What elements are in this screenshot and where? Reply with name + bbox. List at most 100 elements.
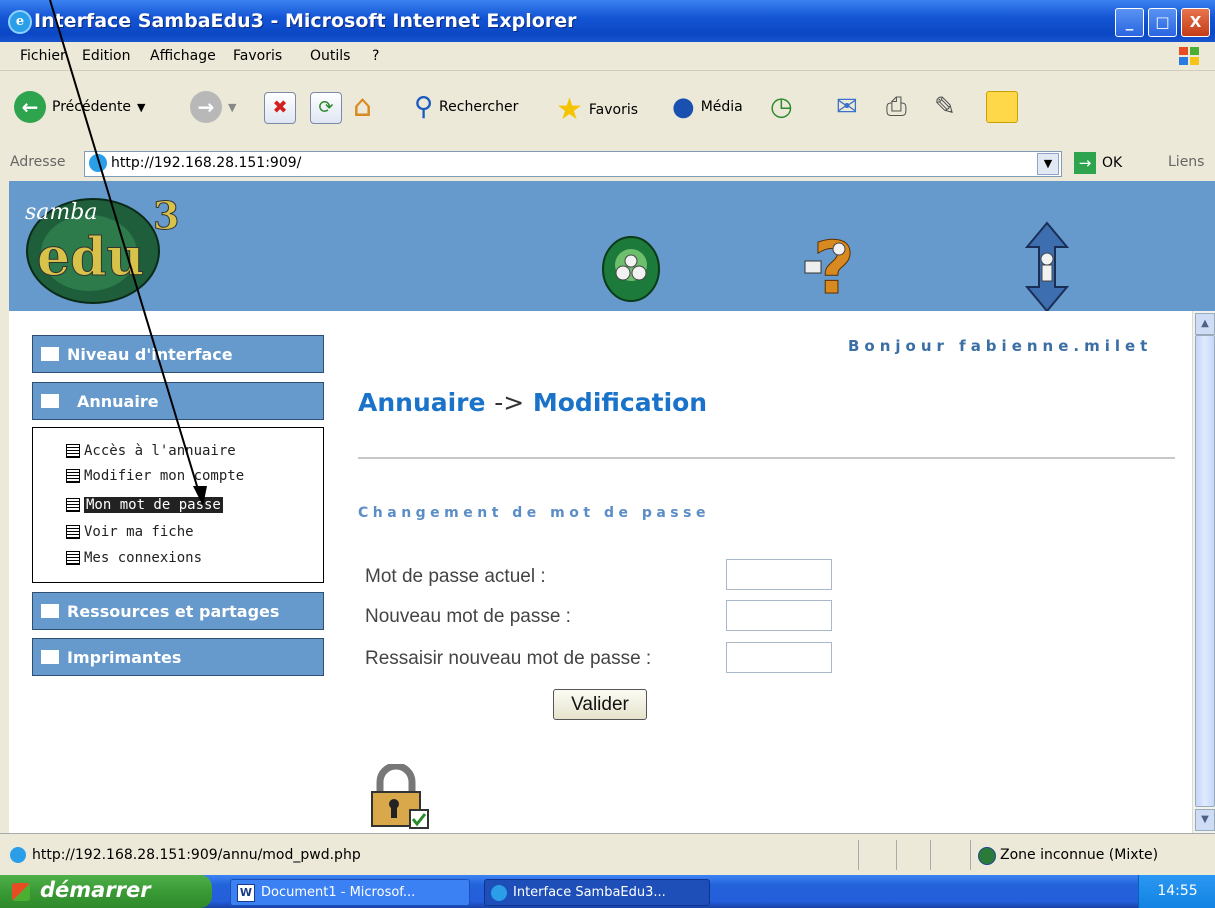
status-divider (930, 840, 931, 870)
document-icon (66, 525, 80, 539)
sidebar-item-label: Accès à l'annuaire (84, 443, 236, 459)
history-button[interactable]: ◷ (770, 92, 793, 122)
sidebar-item-label: Modifier mon compte (84, 468, 245, 484)
search-label: Rechercher (439, 99, 519, 115)
sidebar-section-ressources[interactable]: Ressources et partages (32, 592, 324, 630)
search-button[interactable]: ⚲ Rechercher (414, 92, 518, 122)
task-sambaedu[interactable]: Interface SambaEdu3... (484, 879, 710, 906)
greeting: Bonjour fabienne.milet (848, 337, 1153, 355)
star-icon: ★ (556, 92, 583, 127)
sidebar-item-modifier-compte[interactable]: Modifier mon compte (66, 468, 244, 484)
links-label[interactable]: Liens (1168, 154, 1204, 170)
logout-arrow-icon[interactable] (1025, 221, 1069, 313)
address-bar: Adresse http://192.168.28.151:909/ ▼ → O… (0, 147, 1215, 182)
new-password-label: Nouveau mot de passe : (365, 606, 571, 627)
sambaedu-logo: samba edu 3 (25, 193, 180, 304)
minimize-button[interactable]: _ (1115, 8, 1144, 37)
go-button[interactable]: → OK (1074, 152, 1122, 174)
media-button[interactable]: ● Média (672, 92, 743, 122)
forward-button[interactable]: → ▼ (190, 91, 236, 123)
sidebar-item-voir-fiche[interactable]: Voir ma fiche (66, 524, 194, 540)
ie-icon: e (8, 10, 32, 34)
address-field[interactable]: http://192.168.28.151:909/ ▼ (84, 151, 1062, 177)
word-icon: W (237, 883, 255, 902)
page-icon (10, 847, 26, 863)
scroll-thumb[interactable] (1195, 335, 1215, 807)
search-icon: ⚲ (414, 92, 434, 122)
ie-icon (491, 884, 507, 901)
collapse-toggle-icon (41, 604, 59, 618)
confirm-password-label: Ressaisir nouveau mot de passe : (365, 648, 652, 669)
security-zone: Zone inconnue (Mixte) (1000, 847, 1159, 863)
dropdown-arrow-icon: ▼ (228, 100, 237, 114)
status-divider (896, 840, 897, 870)
scroll-down-icon[interactable]: ▼ (1195, 809, 1215, 831)
stop-button[interactable]: ✖ (264, 92, 296, 124)
menu-bar: Fichier Edition Affichage Favoris Outils… (0, 42, 1215, 71)
padlock-icon (371, 764, 429, 829)
sidebar-item-label: Mes connexions (84, 550, 203, 566)
refresh-button[interactable]: ⟳ (310, 92, 342, 124)
status-divider (858, 840, 859, 870)
document-icon (66, 444, 80, 458)
page-banner: samba edu 3 ? (9, 181, 1215, 313)
system-tray-clock[interactable]: 14:55 (1138, 875, 1215, 908)
title-part-modification: Modification (532, 388, 708, 417)
back-button[interactable]: ← Précédente ▼ (14, 91, 146, 123)
menu-favoris[interactable]: Favoris (233, 48, 282, 64)
sidebar-section-label: Niveau d'interface (67, 344, 233, 364)
home-button[interactable]: ⌂ (353, 91, 372, 123)
window-left-border (0, 181, 9, 833)
close-button[interactable]: X (1181, 8, 1210, 37)
sidebar-item-label: Mon mot de passe (84, 497, 223, 513)
vertical-scrollbar[interactable]: ▲ ▼ (1192, 311, 1215, 833)
current-password-field[interactable] (726, 559, 832, 590)
document-icon (66, 498, 80, 512)
favorites-button[interactable]: ★ Favoris (556, 92, 638, 127)
mail-button[interactable]: ✉ (836, 92, 858, 122)
window-titlebar[interactable]: e Interface SambaEdu3 - Microsoft Intern… (0, 0, 1215, 42)
window-title: Interface SambaEdu3 - Microsoft Internet… (34, 10, 577, 32)
menu-fichier[interactable]: Fichier (20, 48, 66, 64)
sidebar-item-connexions[interactable]: Mes connexions (66, 550, 202, 566)
messenger-icon[interactable] (986, 91, 1018, 123)
scroll-up-icon[interactable]: ▲ (1195, 313, 1215, 335)
windows-logo-icon (1179, 47, 1199, 65)
document-icon (66, 469, 80, 483)
address-dropdown-icon[interactable]: ▼ (1037, 153, 1059, 175)
confirm-password-field[interactable] (726, 642, 832, 673)
windows-logo-icon (12, 883, 30, 901)
network-users-icon[interactable] (601, 235, 661, 303)
submit-button[interactable]: Valider (553, 689, 647, 720)
expand-toggle-icon (41, 394, 59, 408)
favorites-label: Favoris (588, 101, 639, 118)
maximize-button[interactable]: □ (1148, 8, 1177, 37)
menu-outils[interactable]: Outils (310, 48, 350, 64)
task-label: Interface SambaEdu3... (513, 885, 666, 900)
help-icon[interactable]: ? (803, 227, 863, 307)
start-button[interactable]: démarrer (0, 875, 212, 908)
media-label: Média (700, 99, 743, 115)
new-password-field[interactable] (726, 600, 832, 631)
menu-edition[interactable]: Edition (82, 48, 130, 64)
sidebar-section-niveau-interface[interactable]: Niveau d'interface (32, 335, 324, 373)
sidebar-item-label: Voir ma fiche (84, 524, 194, 540)
sidebar-section-annuaire[interactable]: Annuaire (32, 382, 324, 420)
sidebar-section-label: Annuaire (77, 391, 159, 411)
sidebar-item-acces-annuaire[interactable]: Accès à l'annuaire (66, 443, 236, 459)
task-label: Document1 - Microsof... (261, 885, 416, 900)
go-label: OK (1102, 155, 1123, 171)
edit-button[interactable]: ✎ (934, 92, 956, 122)
document-icon (66, 551, 80, 565)
menu-affichage[interactable]: Affichage (150, 48, 216, 64)
sidebar-section-imprimantes[interactable]: Imprimantes (32, 638, 324, 676)
sidebar-item-mot-de-passe[interactable]: Mon mot de passe (66, 497, 223, 513)
menu-help[interactable]: ? (372, 48, 379, 64)
section-title: Changement de mot de passe (358, 505, 710, 521)
print-button[interactable]: ⎙ (886, 92, 907, 123)
task-document1[interactable]: W Document1 - Microsof... (230, 879, 470, 906)
address-url: http://192.168.28.151:909/ (111, 155, 302, 171)
title-part-annuaire: Annuaire (358, 388, 486, 417)
status-url: http://192.168.28.151:909/annu/mod_pwd.p… (32, 847, 361, 863)
address-label: Adresse (10, 154, 66, 170)
